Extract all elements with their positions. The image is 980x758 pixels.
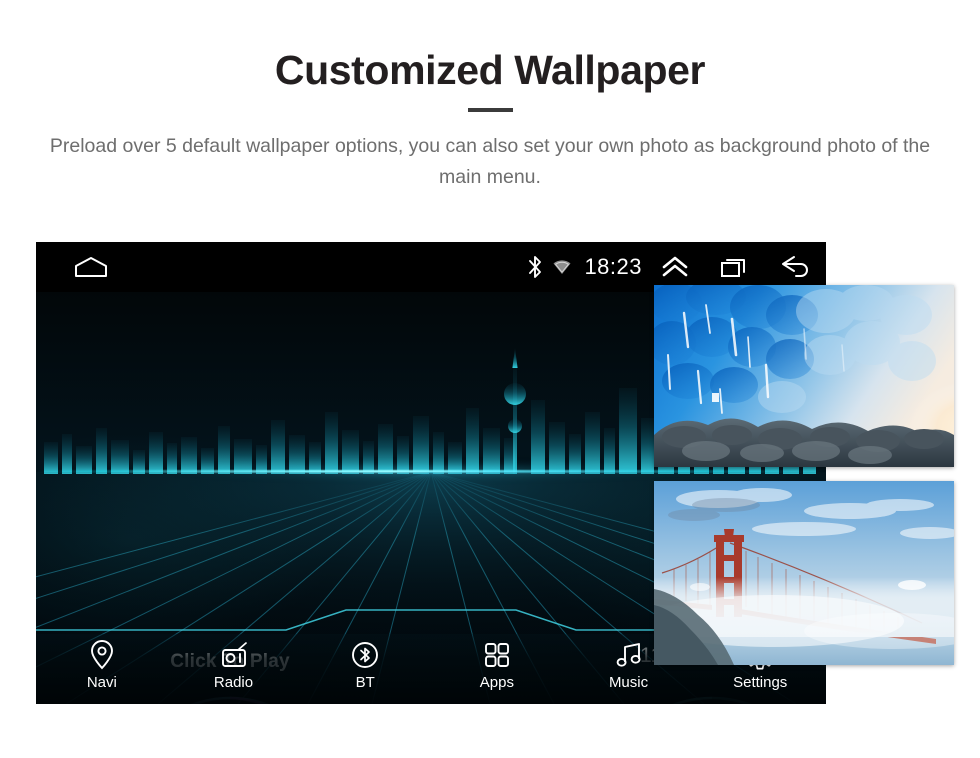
- dock-item-navi[interactable]: Navi: [36, 634, 168, 704]
- back-icon[interactable]: [780, 255, 810, 279]
- ice-cave-wallpaper: [654, 285, 954, 467]
- wallpaper-thumbnail-ice-cave[interactable]: [654, 285, 954, 467]
- dock-label: Settings: [733, 674, 788, 691]
- home-icon[interactable]: [74, 256, 108, 278]
- dock-item-apps[interactable]: Apps: [431, 634, 563, 704]
- dock-label: Navi: [86, 674, 117, 691]
- grid-apps-icon: [484, 643, 509, 667]
- page-title: Customized Wallpaper: [274, 47, 706, 93]
- wifi-icon: [553, 260, 571, 274]
- radio-icon: [221, 642, 247, 667]
- dock-label: Music: [608, 674, 649, 691]
- hero-section: Customized Wallpaper Preload over 5 defa…: [0, 0, 980, 232]
- recents-icon[interactable]: [720, 255, 748, 279]
- map-pin-icon: [90, 640, 113, 670]
- dock-item-bt[interactable]: BT: [299, 634, 431, 704]
- dock-label: Radio: [213, 674, 254, 691]
- bluetooth-icon: [529, 256, 542, 278]
- chevron-double-up-icon[interactable]: [660, 254, 690, 280]
- status-clock: 18:23: [584, 254, 642, 279]
- wallpaper-thumbnail-golden-gate[interactable]: [654, 481, 954, 665]
- page-subtitle: Preload over 5 default wallpaper options…: [49, 135, 931, 188]
- dock-label: BT: [355, 674, 375, 691]
- music-note-icon: [616, 643, 641, 667]
- bluetooth-icon: [352, 642, 379, 668]
- dock-label: Apps: [479, 674, 514, 691]
- dock-item-radio[interactable]: Radio: [168, 634, 300, 704]
- title-divider: [468, 108, 513, 112]
- golden-gate-bridge-wallpaper: [654, 481, 954, 665]
